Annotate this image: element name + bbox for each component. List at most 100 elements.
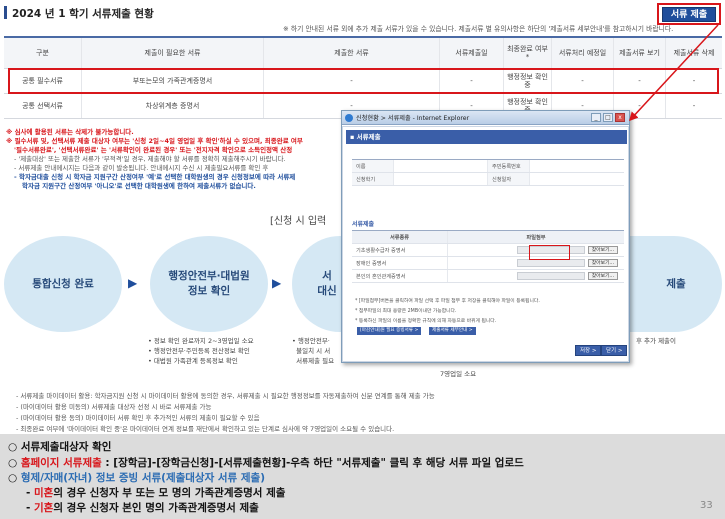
popup-titlebar[interactable]: 신청현황 > 서류제출 - Internet Explorer _ □ x xyxy=(342,111,629,125)
info-value xyxy=(530,160,624,172)
table-row: 기초생활수급자 증명서 찾아보기... xyxy=(352,244,624,257)
top-notice: ※ 하기 안내된 서류 외에 추가 제출 서류가 있을 수 있습니다. 제출서류… xyxy=(283,25,674,33)
footer-note: - (마이데이터 활용 미동의) 서류제출 대상자 선정 시 바로 서류제출 가… xyxy=(16,403,212,411)
bullet-item: 불일치 시 서 xyxy=(296,347,331,356)
deadline-guide-link[interactable]: [마감안내]원 필요 증빙서류 > xyxy=(357,327,422,335)
info-label: 신청학기 xyxy=(352,173,394,185)
note-gray-2: - 서류제출 안내메시지는 다음과 같이 발송됩니다. 안내메시지 수신 시 제… xyxy=(14,164,269,172)
file-attach-cell: 찾아보기... xyxy=(448,270,624,282)
note-red-2: ※ 필수서류 및, 선택서류 제출 대상자 여부는 '신청 2일~4일 영업일 … xyxy=(6,137,303,145)
note-red-1: ※ 심사에 활용된 서류는 삭제가 불가능합니다. xyxy=(6,128,134,136)
row-cell: 공통 선택서류 xyxy=(4,94,82,118)
doc-type-label: 본인의 혼인관계증명서 xyxy=(352,270,448,282)
popup-window-title: 신청현황 > 서류제출 - Internet Explorer xyxy=(356,115,470,122)
note-red-3: '필수서류완료', '선택서류완료' 는 '서류확인이 완료된 경우' 또는 '… xyxy=(14,146,293,154)
info-label: 이름 xyxy=(352,160,394,172)
col-view: 제출서류 보기 xyxy=(614,38,666,68)
highlight-required-row xyxy=(8,68,719,94)
process-heading: [신청 시 입력 xyxy=(270,216,327,227)
highlight-browse-button xyxy=(529,245,570,260)
summary-line-2: ○ 홈페이지 서류제출 : [장학금]-[장학금신청]-[서류제출현황]-우측 … xyxy=(8,457,524,469)
step-label: 서 xyxy=(322,270,332,283)
popup-note: * [파일첨부]버튼을 클릭하여 파일 선택 후 파일 첨부 후 저장을 클릭해… xyxy=(355,299,540,304)
page-number: 33 xyxy=(700,500,713,511)
summary-panel: ○ 서류제출대상자 확인 ○ 홈페이지 서류제출 : [장학금]-[장학금신청]… xyxy=(0,434,725,519)
arrow-right-icon: ▶ xyxy=(272,276,282,290)
table-header: 구분 제출이 필요한 서류 제출한 서류 서류제출일 최종완료 여부 * 서류처… xyxy=(4,38,722,69)
summary-line-1: ○ 서류제출대상자 확인 xyxy=(8,441,112,453)
col-final-status: 최종완료 여부 * xyxy=(504,38,552,68)
maximize-icon[interactable]: □ xyxy=(603,113,613,122)
step-circle-applied: 통합신청 완료 xyxy=(4,236,122,332)
document-upload-table: 서류종류 파일첨부 기초생활수급자 증명서 찾아보기... 장애인 증명서 찾아… xyxy=(352,230,624,283)
popup-content: ▪ 서류제출 이름 주민등록번호 신청학기 신청일자 서류제출 서류종류 파일첨… xyxy=(342,126,629,362)
file-path-input[interactable] xyxy=(516,259,585,267)
popup-section-title: 서류제출 xyxy=(352,221,375,228)
highlight-submit-box xyxy=(657,3,721,25)
step4-fragment-2: 7영업일 소요 xyxy=(440,370,477,378)
save-button[interactable]: 저장 > xyxy=(575,345,602,356)
minimize-icon[interactable]: _ xyxy=(591,113,601,122)
browse-button[interactable]: 찾아보기... xyxy=(587,259,618,267)
step-label: 정보 확인 xyxy=(187,285,231,297)
title-accent-bar xyxy=(4,6,7,19)
note-blue-2: 학자금 지원구간 산정여부 '아니오'로 선택한 대학원생에 한하여 제출서류가… xyxy=(22,182,256,190)
file-path-input[interactable] xyxy=(516,272,585,280)
col-delete: 제출서류 삭제 xyxy=(673,48,715,57)
popup-note: * 첨부파일의 최대 용량은 2MB이내만 가능합니다. xyxy=(355,309,457,314)
step3-bullets: • 행정안전부· 불일치 시 서 서류제출 필요 xyxy=(292,336,334,366)
page-title: 2024 년 1 학기 서류제출 현황 xyxy=(12,8,154,20)
popup-header: ▪ 서류제출 xyxy=(346,130,627,144)
applicant-info-table: 이름 주민등록번호 신청학기 신청일자 xyxy=(352,159,624,186)
footer-note: - (마이데이터 활용 동의) 마이데이터 서류 확인 후 추가적인 서류의 제… xyxy=(16,414,260,422)
browse-button[interactable]: 찾아보기... xyxy=(587,246,618,254)
col-category: 구분 xyxy=(4,38,82,68)
step-label: 대신 xyxy=(317,285,337,297)
footer-note: - 최종완료 여부에 '마이데이터 확인 중'은 마이데이터 연계 정보를 재단… xyxy=(16,425,395,433)
table-row: 장애인 증명서 찾아보기... xyxy=(352,257,624,270)
col-submit-date: 서류제출일 xyxy=(440,38,504,68)
bullet-item: • 정보 확인 완료까지 2~3영업일 소요 xyxy=(148,337,254,345)
document-submit-popup: 신청현황 > 서류제출 - Internet Explorer _ □ x ▪ … xyxy=(341,110,630,363)
doc-type-label: 기초생활수급자 증명서 xyxy=(352,244,448,256)
summary-line-5: - 기혼의 경우 신청자 본인 명의 가족관계증명서 제출 xyxy=(26,502,259,514)
note-gray-1: - '제출대상' 또는 제출한 서류가 '부적격'일 경우, 제출해야 할 서류… xyxy=(14,155,286,163)
col-submitted-docs: 제출한 서류 xyxy=(264,38,440,68)
row-cell: 차상위계층 증명서 xyxy=(82,94,264,118)
step-label: 통합신청 완료 xyxy=(32,277,94,290)
col-required-docs: 제출이 필요한 서류 xyxy=(82,38,264,68)
info-value xyxy=(394,173,488,185)
step-label: 행정안전부·대법원 xyxy=(168,270,250,283)
table-row: 신청학기 신청일자 xyxy=(352,173,624,186)
note-blue-1: - 학자금대출 신청 시 학자금 지원구간 산정여부 '예'로 선택한 대학원생… xyxy=(14,173,296,181)
info-value xyxy=(530,173,624,185)
step-circle-verify: 행정안전부·대법원 정보 확인 xyxy=(150,236,268,332)
doc-detail-guide-link[interactable]: 제출서류 세부안내 > xyxy=(429,327,476,335)
close-icon[interactable]: x xyxy=(615,113,625,122)
info-label: 주민등록번호 xyxy=(488,160,530,172)
row-cell[interactable]: - xyxy=(666,94,722,118)
table-row: 서류종류 파일첨부 xyxy=(352,231,624,244)
popup-note: * 등록하신 파일의 이름을 정확한 규칙에 의해 자동으로 바뀌게 됩니다. xyxy=(355,319,497,324)
close-button[interactable]: 닫기 > xyxy=(601,345,628,356)
browse-button[interactable]: 찾아보기... xyxy=(587,272,618,280)
info-label: 신청일자 xyxy=(488,173,530,185)
table-row: 이름 주민등록번호 xyxy=(352,160,624,173)
ie-browser-icon xyxy=(345,114,353,122)
col-file-attach: 파일첨부 xyxy=(448,231,624,243)
summary-line-4: - 미혼의 경우 신청자 부 또는 모 명의 가족관계증명서 제출 xyxy=(26,487,286,499)
col-process-date: 서류처리 예정일 xyxy=(552,38,614,68)
footer-note: - 서류제출 마이데이터 활용: 학자금지원 신청 시 마이데이터 활용에 동의… xyxy=(16,392,435,400)
table-row: 본인의 혼인관계증명서 찾아보기... xyxy=(352,270,624,283)
arrow-right-icon: ▶ xyxy=(128,276,138,290)
step-circle-submit: 제출 xyxy=(630,236,722,332)
doc-type-label: 장애인 증명서 xyxy=(352,257,448,269)
summary-line-3: ○ 형제/자매(자녀) 정보 증빙 서류(제출대상자 서류 제출) xyxy=(8,472,265,484)
bullet-item: 서류제출 필요 xyxy=(296,357,335,366)
step2-bullets: • 정보 확인 완료까지 2~3영업일 소요 • 행정안전부·주민등록 전산정보… xyxy=(148,336,254,366)
step-label: 제출 xyxy=(666,277,686,290)
col-doc-type: 서류종류 xyxy=(352,231,448,243)
bullet-item: • 행정안전부· xyxy=(292,337,330,345)
step4-fragment: 후 추가 제출이 xyxy=(636,337,677,345)
info-value xyxy=(394,160,488,172)
